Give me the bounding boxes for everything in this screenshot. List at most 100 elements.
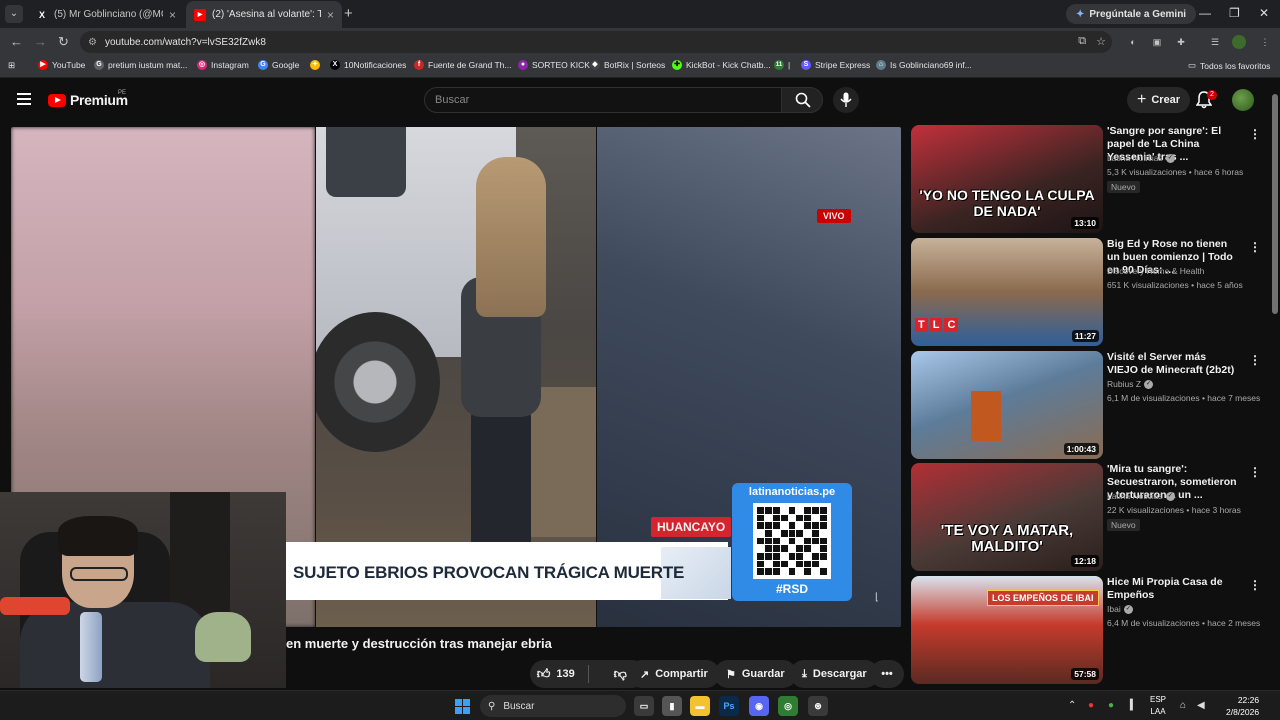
minimize-icon[interactable]: — [1199,6,1211,20]
close-tab-icon[interactable]: × [327,8,334,22]
taskbar-search[interactable]: ⚲ Buscar [480,695,626,717]
youtube-play-icon [48,93,66,107]
bookmark-label: pretium iustum mat... [108,60,188,70]
recommendation-title[interactable]: Hice Mi Propia Casa de Empeños [1107,576,1239,602]
reload-icon[interactable]: ↻ [58,34,69,50]
recommendation-item[interactable]: 1:00:43 Visité el Server más VIEJO de Mi… [911,351,1261,459]
close-window-icon[interactable]: ✕ [1259,6,1269,20]
back-icon[interactable]: ← [10,34,23,49]
network-icon[interactable]: ⌂ [1180,700,1186,711]
windows-start-icon[interactable] [455,699,470,714]
bookmark-eleven[interactable]: 11 | [774,60,790,70]
app-icon[interactable]: ▮ [662,696,682,716]
create-button[interactable]: + Crear [1127,87,1191,113]
new-tab-button[interactable]: + [344,5,353,22]
account-avatar[interactable] [1232,89,1254,111]
scroll-thumb[interactable] [1272,94,1278,314]
share-button[interactable]: ↗ Compartir [628,660,720,688]
bookmark-grand-theft[interactable]: f Fuente de Grand Th... [414,60,511,70]
bookmark-stripe[interactable]: S Stripe Express [801,60,870,70]
tray-app-icon[interactable]: ● [1108,700,1114,711]
bookmark-notificaciones[interactable]: X 10Notificaciones [330,60,406,70]
bookmark-kickbot[interactable]: ✚ KickBot - Kick Chatb... [672,60,771,70]
video-thumbnail[interactable]: LOS EMPEÑOS DE IBAI 57:58 [911,576,1103,684]
profile-avatar-icon[interactable] [1232,35,1246,49]
volume-icon[interactable]: ◀ [1197,700,1205,711]
recommendation-item[interactable]: 'YO NO TENGO LA CULPA DE NADA' 13:10 'Sa… [911,125,1261,233]
more-actions-button[interactable]: ••• [870,660,904,688]
bookmark-star-icon[interactable]: ☆ [1096,35,1106,48]
channel-name[interactable]: Latina Noticias ✓ [1107,491,1175,501]
bookmark-instagram[interactable]: ◎ Instagram [197,60,249,70]
all-bookmarks-folder[interactable]: ▭ Todos los favoritos [1188,60,1270,71]
thumbnail-caption: LOS EMPEÑOS DE IBAI [987,590,1099,606]
channel-name[interactable]: Ibai ✓ [1107,604,1133,614]
discord-icon[interactable]: ◉ [749,696,769,716]
qr-hashtag: #RSD [775,582,808,596]
search-button[interactable] [781,87,823,113]
page-scrollbar[interactable] [1270,86,1280,690]
site-info-icon[interactable]: ⚙ [88,37,97,48]
qr-url: latinanoticias.pe [748,486,836,498]
bookmark-label: YouTube [52,60,86,70]
bookmark-botrix[interactable]: ◆ BotRix | Sorteos [590,60,665,70]
download-label: Descargar [812,668,867,680]
file-explorer-icon[interactable]: ▬ [690,696,710,716]
hamburger-menu-icon[interactable] [17,93,31,108]
extension-icon[interactable]: ◐ [1126,35,1140,49]
more-options-icon[interactable]: ⋮ [1249,465,1261,479]
app-icon[interactable]: ⊛ [808,696,828,716]
bookmark-pretium[interactable]: Gpretium iustum mat... [94,60,187,70]
bookmark-label: 10Notificaciones [344,60,407,70]
close-tab-icon[interactable]: × [169,8,176,22]
tab-search-icon[interactable]: ⌄ [5,5,23,23]
bookmark-goblinciano[interactable]: ⌂ Is Goblinciano69 inf... [876,60,972,70]
extension-icon[interactable]: ▣ [1150,35,1164,49]
restore-icon[interactable]: ❐ [1229,6,1240,20]
download-button[interactable]: ⤓ Descargar [790,660,879,688]
video-thumbnail[interactable]: 1:00:43 [911,351,1103,459]
search-input[interactable]: Buscar [424,87,782,113]
install-app-icon[interactable]: ⧉ [1078,35,1086,48]
youtube-logo[interactable]: Premium [48,92,128,108]
bookmark-pinwheel[interactable]: ✦ [310,60,320,70]
more-options-icon[interactable]: ⋮ [1249,127,1261,141]
video-thumbnail[interactable]: 'TE VOY A MATAR, MALDITO' 12:18 [911,463,1103,571]
more-options-icon[interactable]: ⋮ [1249,578,1261,592]
forward-icon[interactable]: → [34,34,47,49]
channel-name[interactable]: Discovery Home & Health [1107,266,1204,276]
reading-list-icon[interactable]: ☰ [1208,35,1222,49]
save-button[interactable]: ⚑ Guardar [714,660,797,688]
bookmark-sorteo-kick[interactable]: ● SORTEO KICK [518,60,590,70]
more-options-icon[interactable]: ⋮ [1249,353,1261,367]
voice-search-button[interactable] [833,87,859,113]
extensions-puzzle-icon[interactable]: ✚ [1174,35,1188,49]
more-horizontal-icon: ••• [881,668,893,680]
recommendation-item[interactable]: LOS EMPEÑOS DE IBAI 57:58 Hice Mi Propia… [911,576,1261,684]
language-indicator[interactable]: ESP LAA [1150,694,1166,718]
more-options-icon[interactable]: ⋮ [1249,240,1261,254]
bookmark-youtube[interactable]: ▶ YouTube [38,60,85,70]
photoshop-icon[interactable]: Ps [719,696,739,716]
recommendation-title[interactable]: Visité el Server más VIEJO de Minecraft … [1107,351,1239,377]
like-button[interactable]: 👍︎ 139 [530,660,582,688]
system-clock[interactable]: 22:26 2/8/2026 [1226,694,1259,718]
task-view-icon[interactable]: ▭ [634,696,654,716]
bookmark-google[interactable]: G Google [258,60,299,70]
recommendation-item[interactable]: 'TE VOY A MATAR, MALDITO' 12:18 'Mira tu… [911,463,1261,571]
menu-kebab-icon[interactable]: ⋮ [1258,35,1272,49]
tray-mic-icon[interactable]: ▍ [1130,700,1138,711]
chrome-icon[interactable]: ◎ [778,696,798,716]
tab-twitter[interactable]: X (5) Mr Goblinciano (@MGoblinc × [28,1,184,28]
tray-chevron-icon[interactable]: ⌃ [1068,700,1076,711]
channel-name[interactable]: Rubius Z ✓ [1107,379,1154,389]
tab-youtube[interactable]: ▶ (2) 'Asesina al volante': Trágico × [186,1,342,28]
video-thumbnail[interactable]: T L C 11:27 [911,238,1103,346]
channel-name[interactable]: Latina Noticias ✓ [1107,153,1175,163]
address-bar[interactable]: ⚙ youtube.com/watch?v=lvSE32fZwk8 ⧉ ☆ [80,31,1112,53]
apps-grid-icon[interactable]: ⊞ [8,60,15,71]
recommendation-item[interactable]: T L C 11:27 Big Ed y Rose no tienen un b… [911,238,1261,346]
video-thumbnail[interactable]: 'YO NO TENGO LA CULPA DE NADA' 13:10 [911,125,1103,233]
gemini-button[interactable]: ✦ Pregúntale a Gemini [1066,4,1197,24]
tray-app-icon[interactable]: ● [1088,700,1094,711]
